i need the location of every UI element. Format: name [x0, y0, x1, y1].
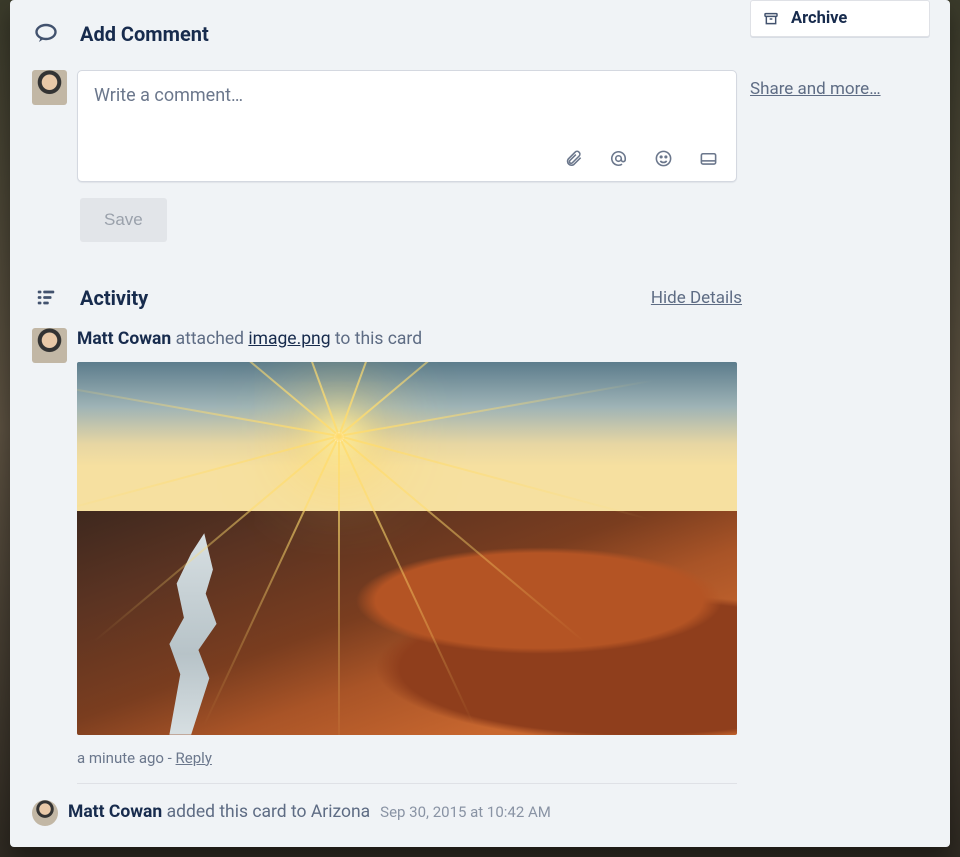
activity-item: Matt Cowan added this card to Arizona Se… [32, 800, 742, 826]
sidebar: Archive Share and more… [750, 0, 950, 847]
avatar[interactable] [32, 70, 67, 105]
activity-icon [32, 287, 60, 309]
hide-details-link[interactable]: Hide Details [651, 288, 742, 308]
emoji-icon[interactable] [654, 149, 673, 168]
speech-bubble-icon [32, 22, 60, 46]
comment-box[interactable] [77, 70, 737, 182]
activity-timestamp: Sep 30, 2015 at 10:42 AM [380, 802, 551, 822]
comment-toolbar [78, 141, 736, 181]
activity-meta: a minute ago - Reply [77, 749, 737, 784]
activity-title: Activity [80, 286, 148, 310]
avatar[interactable] [32, 328, 67, 363]
mention-icon[interactable] [609, 149, 628, 168]
activity-user[interactable]: Matt Cowan [68, 802, 162, 822]
activity-text: Matt Cowan attached image.png to this ca… [77, 328, 739, 352]
activity-time: a minute ago [77, 749, 164, 767]
activity-item: Matt Cowan attached image.png to this ca… [32, 328, 742, 784]
card-modal: Add Comment [10, 0, 950, 847]
attachment-icon[interactable] [564, 149, 583, 168]
reply-link[interactable]: Reply [176, 749, 212, 767]
comment-input[interactable] [78, 71, 736, 141]
archive-icon [763, 11, 779, 27]
comment-row [32, 70, 742, 182]
avatar[interactable] [32, 800, 58, 826]
archive-button[interactable]: Archive [750, 0, 930, 37]
main-column: Add Comment [10, 0, 750, 847]
attachment-thumbnail[interactable] [77, 362, 737, 735]
attachment-link[interactable]: image.png [248, 329, 330, 349]
card-icon[interactable] [699, 149, 718, 168]
activity-text: Matt Cowan added this card to Arizona Se… [68, 801, 730, 825]
add-comment-title: Add Comment [80, 22, 209, 46]
activity-user[interactable]: Matt Cowan [77, 329, 171, 349]
share-more-link[interactable]: Share and more… [750, 79, 881, 99]
save-button[interactable]: Save [80, 198, 167, 242]
archive-label: Archive [791, 9, 847, 28]
activity-header: Activity Hide Details [32, 286, 742, 310]
add-comment-header: Add Comment [32, 22, 742, 46]
